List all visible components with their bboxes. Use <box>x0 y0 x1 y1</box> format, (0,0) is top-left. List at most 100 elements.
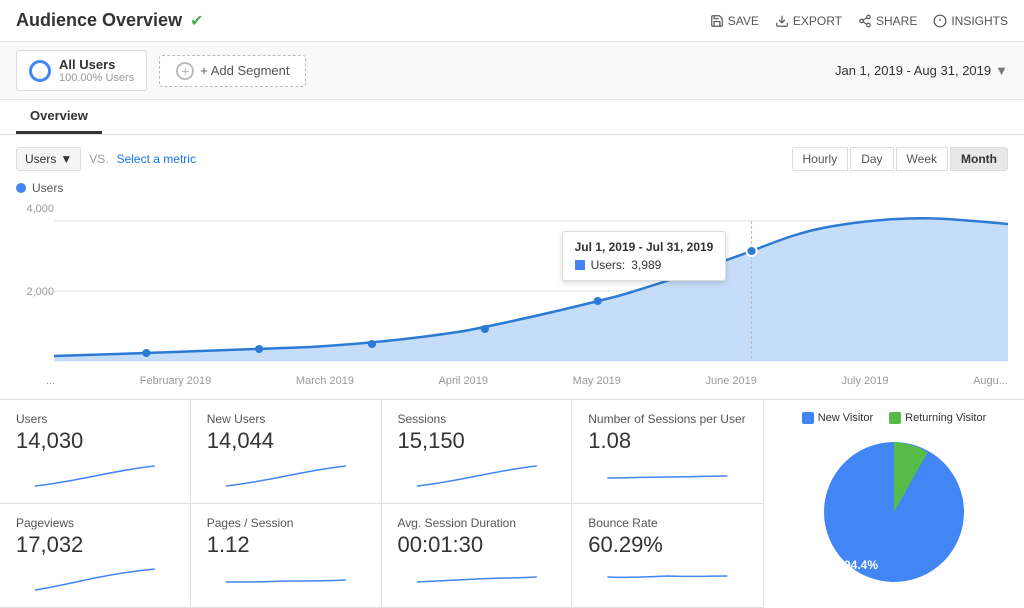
metric-label-pages-session: Pages / Session <box>207 516 365 530</box>
sparkline-bounce <box>588 562 747 592</box>
share-button[interactable]: SHARE <box>858 14 917 28</box>
metrics-section: Users 14,030 New Users 14,044 Sessions 1… <box>0 400 1024 608</box>
pie-chart: 94.4% <box>814 432 974 592</box>
x-label-7: Augu... <box>973 375 1008 387</box>
metric-card-sessions-per-user: Number of Sessions per User 1.08 <box>572 400 763 504</box>
metric-label-new-users: New Users <box>207 412 365 426</box>
insights-icon <box>933 14 947 28</box>
chart-legend: Users <box>16 181 1008 195</box>
export-icon <box>775 14 789 28</box>
returning-visitor-dot <box>889 412 901 424</box>
metric-value-pageviews: 17,032 <box>16 532 174 558</box>
week-button[interactable]: Week <box>896 147 948 171</box>
chart-tooltip: Jul 1, 2019 - Jul 31, 2019 Users: 3,989 <box>562 231 727 281</box>
save-icon <box>710 14 724 28</box>
returning-visitor-label: Returning Visitor <box>905 412 986 424</box>
day-button[interactable]: Day <box>850 147 893 171</box>
date-range-picker[interactable]: Jan 1, 2019 - Aug 31, 2019 ▼ <box>835 63 1008 78</box>
pie-legend: New Visitor Returning Visitor <box>802 412 987 424</box>
segment-item[interactable]: All Users 100.00% Users <box>16 50 147 91</box>
time-buttons: Hourly Day Week Month <box>792 147 1008 171</box>
header: Audience Overview ✔ SAVE EXPORT SHARE IN… <box>0 0 1024 42</box>
sparkline-pageviews <box>16 562 174 592</box>
insights-label: INSIGHTS <box>951 14 1008 28</box>
export-label: EXPORT <box>793 14 842 28</box>
header-actions: SAVE EXPORT SHARE INSIGHTS <box>710 14 1008 28</box>
tooltip-color-icon <box>575 260 585 270</box>
metric-value-bounce: 60.29% <box>588 532 747 558</box>
metric-label-sessions-per-user: Number of Sessions per User <box>588 412 747 426</box>
metric-value-users: 14,030 <box>16 428 174 454</box>
export-button[interactable]: EXPORT <box>775 14 842 28</box>
legend-label: Users <box>32 181 63 195</box>
add-segment-label: + Add Segment <box>200 63 289 78</box>
metrics-grid: Users 14,030 New Users 14,044 Sessions 1… <box>0 400 764 608</box>
save-label: SAVE <box>728 14 759 28</box>
sparkline-avg-session <box>398 562 556 592</box>
metric-value-avg-session: 00:01:30 <box>398 532 556 558</box>
new-visitor-label: New Visitor <box>818 412 873 424</box>
share-icon <box>858 14 872 28</box>
x-label-4: May 2019 <box>573 375 621 387</box>
metric-label-sessions: Sessions <box>398 412 556 426</box>
chart-controls: Users ▼ VS. Select a metric Hourly Day W… <box>16 147 1008 171</box>
metric-label-pageviews: Pageviews <box>16 516 174 530</box>
chart-section: Users ▼ VS. Select a metric Hourly Day W… <box>0 135 1024 400</box>
segment-name: All Users <box>59 57 134 72</box>
legend-new-visitor: New Visitor <box>802 412 873 424</box>
segment-circle-icon <box>29 60 51 82</box>
sparkline-users <box>16 458 174 488</box>
metric-card-new-users: New Users 14,044 <box>191 400 382 504</box>
pie-percentage-label: 94.4% <box>844 558 964 572</box>
segment-bar: All Users 100.00% Users + + Add Segment … <box>0 42 1024 100</box>
x-label-0: ... <box>46 375 55 387</box>
vs-label: VS. <box>89 152 108 166</box>
date-range-label: Jan 1, 2019 - Aug 31, 2019 <box>835 63 991 78</box>
pie-section: New Visitor Returning Visitor 94.4% <box>764 400 1024 608</box>
tab-overview[interactable]: Overview <box>16 100 102 134</box>
metric-dropdown-caret: ▼ <box>60 152 72 166</box>
metric-value-new-users: 14,044 <box>207 428 365 454</box>
y-axis-2000: 2,000 <box>16 286 54 298</box>
tooltip-row: Users: 3,989 <box>575 258 714 272</box>
sparkline-pages-session <box>207 562 365 592</box>
x-label-2: March 2019 <box>296 375 354 387</box>
chart-area: 4,000 2,000 Jul 1, 2019 - Jul <box>16 201 1008 371</box>
page-title: Audience Overview <box>16 10 182 31</box>
caret-down-icon: ▼ <box>995 63 1008 78</box>
sparkline-sessions <box>398 458 556 488</box>
new-visitor-dot <box>802 412 814 424</box>
insights-button[interactable]: INSIGHTS <box>933 14 1008 28</box>
metric-label-bounce: Bounce Rate <box>588 516 747 530</box>
segment-sub: 100.00% Users <box>59 72 134 84</box>
chart-svg <box>16 201 1008 371</box>
legend-dot-icon <box>16 183 26 193</box>
metric-card-avg-session: Avg. Session Duration 00:01:30 <box>382 504 573 608</box>
verified-icon: ✔ <box>190 11 203 31</box>
metric-select-label: Users <box>25 152 56 166</box>
hourly-button[interactable]: Hourly <box>792 147 849 171</box>
x-axis: ... February 2019 March 2019 April 2019 … <box>16 371 1008 387</box>
select-metric-link[interactable]: Select a metric <box>117 152 196 166</box>
metric-card-pages-session: Pages / Session 1.12 <box>191 504 382 608</box>
chart-controls-left: Users ▼ VS. Select a metric <box>16 147 196 171</box>
metric-card-sessions: Sessions 15,150 <box>382 400 573 504</box>
add-segment-button[interactable]: + + Add Segment <box>159 55 306 87</box>
sparkline-new-users <box>207 458 365 488</box>
tooltip-value: 3,989 <box>631 258 661 272</box>
tooltip-title: Jul 1, 2019 - Jul 31, 2019 <box>575 240 714 254</box>
y-axis-4000: 4,000 <box>16 203 54 215</box>
metric-card-pageviews: Pageviews 17,032 <box>0 504 191 608</box>
segment-info: All Users 100.00% Users <box>59 57 134 84</box>
x-label-1: February 2019 <box>140 375 212 387</box>
metric-card-bounce: Bounce Rate 60.29% <box>572 504 763 608</box>
x-label-6: July 2019 <box>841 375 888 387</box>
metric-value-pages-session: 1.12 <box>207 532 365 558</box>
metric-value-sessions: 15,150 <box>398 428 556 454</box>
share-label: SHARE <box>876 14 917 28</box>
month-button[interactable]: Month <box>950 147 1008 171</box>
legend-returning-visitor: Returning Visitor <box>889 412 986 424</box>
metric-select-dropdown[interactable]: Users ▼ <box>16 147 81 171</box>
save-button[interactable]: SAVE <box>710 14 759 28</box>
metric-label-avg-session: Avg. Session Duration <box>398 516 556 530</box>
